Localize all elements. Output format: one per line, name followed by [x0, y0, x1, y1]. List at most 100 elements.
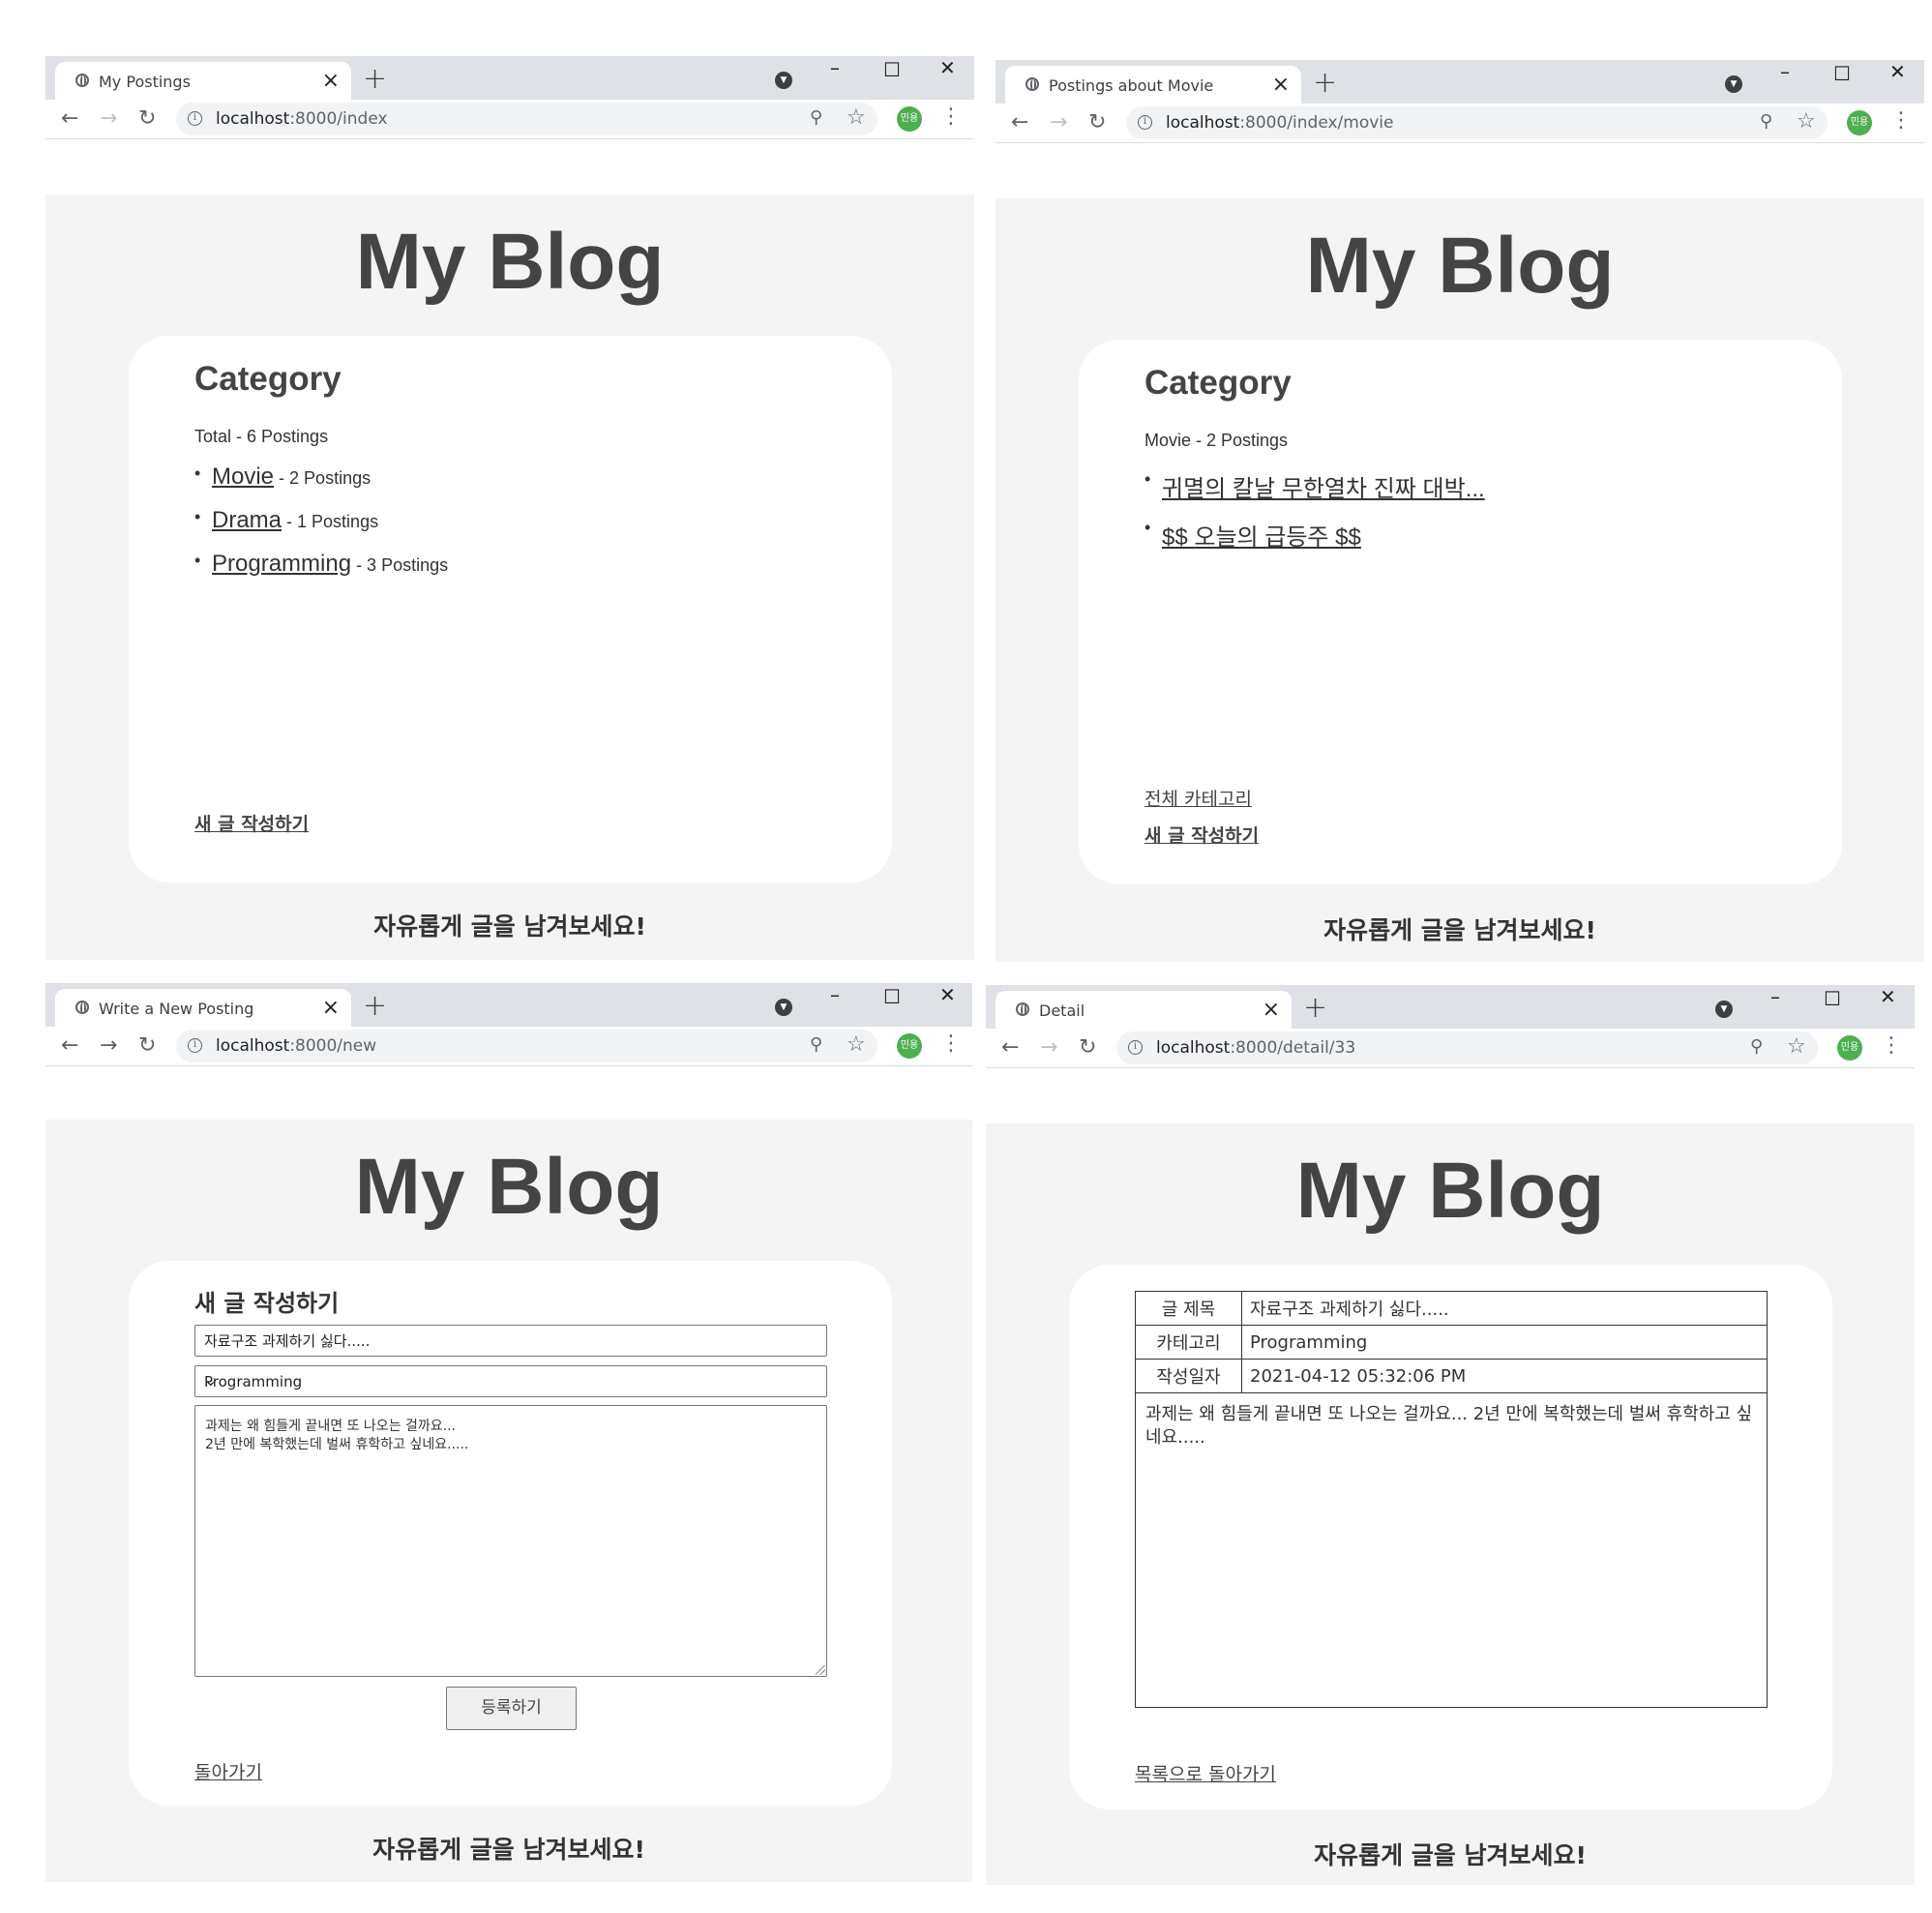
category-link-drama[interactable]: Drama [212, 507, 282, 533]
bookmark-star-icon[interactable]: ☆ [847, 105, 866, 130]
back-icon[interactable]: ← [1011, 110, 1028, 135]
page-title: My Blog [354, 1143, 664, 1231]
footer-text: 자유롭게 글을 남겨보세요! [1323, 916, 1596, 944]
back-icon[interactable]: ← [61, 1033, 78, 1058]
title-value: 자료구조 과제하기 싫다..... [1241, 1291, 1768, 1326]
reload-icon[interactable]: ↻ [138, 1033, 156, 1058]
tab-search-icon[interactable]: ▼ [1725, 75, 1742, 93]
menu-icon[interactable]: ⋮ [940, 1031, 962, 1056]
back-icon[interactable]: ← [1001, 1035, 1019, 1060]
close-tab-icon[interactable]: × [322, 69, 340, 93]
tab-title: Postings about Movie [1049, 76, 1214, 95]
close-tab-icon[interactable]: × [1272, 73, 1290, 97]
window-close-button[interactable]: ✕ [1880, 985, 1896, 1008]
category-link-programming[interactable]: Programming [212, 551, 351, 577]
back-to-list-link[interactable]: 목록으로 돌아가기 [1135, 1760, 1276, 1786]
maximize-button[interactable]: ☐ [1824, 987, 1841, 1010]
menu-icon[interactable]: ⋮ [1890, 108, 1912, 133]
new-tab-button[interactable]: + [1313, 66, 1337, 100]
menu-icon[interactable]: ⋮ [940, 105, 962, 129]
minimize-button[interactable]: – [1770, 985, 1780, 1008]
category-heading: Category [1144, 364, 1292, 402]
new-tab-button[interactable]: + [363, 989, 387, 1023]
new-post-heading: 새 글 작성하기 [194, 1290, 340, 1317]
address-bar[interactable]: i localhost:8000/index ⚲ ☆ [176, 103, 877, 135]
tab-search-icon[interactable]: ▼ [775, 72, 792, 89]
content-textarea[interactable]: 과제는 왜 힘들게 끝내면 또 나오는 걸까요... 2년 만에 복학했는데 벌… [194, 1405, 827, 1677]
address-bar[interactable]: i localhost:8000/index/movie ⚲ ☆ [1126, 106, 1828, 139]
back-icon[interactable]: ← [61, 106, 78, 131]
browser-tab[interactable]: Postings about Movie × [1005, 66, 1301, 104]
category-select[interactable]: Programming ⌄ [194, 1365, 827, 1397]
browser-tab[interactable]: Detail × [996, 991, 1292, 1029]
info-icon[interactable]: i [1128, 1040, 1143, 1055]
info-icon[interactable]: i [188, 1038, 202, 1053]
list-item: $$ 오늘의 급등주 $$ [1144, 518, 1485, 566]
reload-icon[interactable]: ↻ [1088, 110, 1106, 135]
browser-tab[interactable]: My Postings × [55, 62, 351, 100]
new-tab-button[interactable]: + [1303, 991, 1327, 1025]
avatar[interactable]: 민용 [1837, 1035, 1862, 1061]
avatar[interactable]: 민용 [897, 1033, 922, 1059]
back-link[interactable]: 돌아가기 [194, 1758, 262, 1784]
forward-icon[interactable]: → [1050, 110, 1067, 135]
footer-text: 자유롭게 글을 남겨보세요! [372, 1836, 645, 1864]
category-card: Category Total - 6 Postings Movie - 2 Po… [129, 336, 892, 882]
tab-strip: Write a New Posting × + ▼ – ☐ ✕ [45, 983, 972, 1027]
new-tab-button[interactable]: + [363, 62, 387, 96]
category-link-movie[interactable]: Movie [212, 463, 274, 490]
tab-search-icon[interactable]: ▼ [775, 999, 792, 1016]
forward-icon[interactable]: → [100, 1033, 117, 1058]
zoom-icon[interactable]: ⚲ [810, 107, 822, 128]
forward-icon[interactable]: → [1040, 1035, 1057, 1060]
bookmark-star-icon[interactable]: ☆ [1797, 109, 1816, 134]
tab-title: Detail [1039, 1001, 1085, 1020]
browser-window-index: My Postings × + ▼ – ☐ ✕ ← → ↻ i localhos… [45, 56, 974, 960]
new-post-link[interactable]: 새 글 작성하기 [1144, 822, 1259, 848]
resize-grip-icon[interactable] [816, 1665, 825, 1675]
close-tab-icon[interactable]: × [1263, 998, 1280, 1022]
address-bar[interactable]: i localhost:8000/new ⚲ ☆ [176, 1030, 877, 1062]
maximize-button[interactable]: ☐ [883, 58, 901, 81]
zoom-icon[interactable]: ⚲ [810, 1034, 822, 1055]
window-close-button[interactable]: ✕ [939, 983, 956, 1006]
bookmark-star-icon[interactable]: ☆ [847, 1032, 866, 1057]
posting-link[interactable]: $$ 오늘의 급등주 $$ [1162, 524, 1361, 551]
submit-button[interactable]: 등록하기 [446, 1687, 577, 1730]
new-post-link[interactable]: 새 글 작성하기 [194, 810, 309, 836]
maximize-button[interactable]: ☐ [883, 985, 901, 1008]
page-body: My Blog 새 글 작성하기 자료구조 과제하기 싫다..... Progr… [45, 1120, 972, 1882]
window-close-button[interactable]: ✕ [1889, 60, 1906, 83]
category-list: Movie - 2 Postings Drama - 1 Postings Pr… [194, 463, 448, 594]
table-row: 카테고리 Programming [1135, 1325, 1768, 1360]
total-count: Total - 6 Postings [194, 427, 329, 446]
url-text: localhost:8000/index [216, 109, 388, 129]
minimize-button[interactable]: – [830, 56, 840, 79]
address-bar[interactable]: i localhost:8000/detail/33 ⚲ ☆ [1116, 1031, 1818, 1064]
forward-icon[interactable]: → [100, 106, 117, 131]
menu-icon[interactable]: ⋮ [1881, 1033, 1902, 1058]
all-categories-link[interactable]: 전체 카테고리 [1144, 785, 1252, 811]
window-close-button[interactable]: ✕ [939, 56, 956, 79]
minimize-button[interactable]: – [1780, 60, 1790, 83]
info-icon[interactable]: i [188, 111, 202, 126]
zoom-icon[interactable]: ⚲ [1760, 111, 1772, 132]
category-heading: Category [194, 360, 342, 398]
maximize-button[interactable]: ☐ [1833, 62, 1851, 85]
avatar[interactable]: 민용 [897, 106, 922, 132]
title-input[interactable]: 자료구조 과제하기 싫다..... [194, 1325, 827, 1357]
reload-icon[interactable]: ↻ [1079, 1035, 1096, 1060]
globe-icon [75, 1001, 89, 1014]
zoom-icon[interactable]: ⚲ [1750, 1036, 1763, 1057]
browser-tab[interactable]: Write a New Posting × [55, 989, 351, 1027]
browser-toolbar: ← → ↻ i localhost:8000/index ⚲ ☆ 민용 ⋮ [45, 100, 974, 139]
reload-icon[interactable]: ↻ [138, 106, 156, 131]
minimize-button[interactable]: – [830, 983, 840, 1006]
avatar[interactable]: 민용 [1847, 110, 1872, 135]
close-tab-icon[interactable]: × [322, 996, 340, 1020]
bookmark-star-icon[interactable]: ☆ [1787, 1034, 1806, 1059]
posting-link[interactable]: 귀멸의 칼날 무한열차 진짜 대박... [1162, 476, 1485, 502]
page-body: My Blog 글 제목 자료구조 과제하기 싫다..... 카테고리 Prog… [986, 1123, 1915, 1885]
tab-search-icon[interactable]: ▼ [1715, 1001, 1733, 1018]
info-icon[interactable]: i [1138, 115, 1152, 130]
